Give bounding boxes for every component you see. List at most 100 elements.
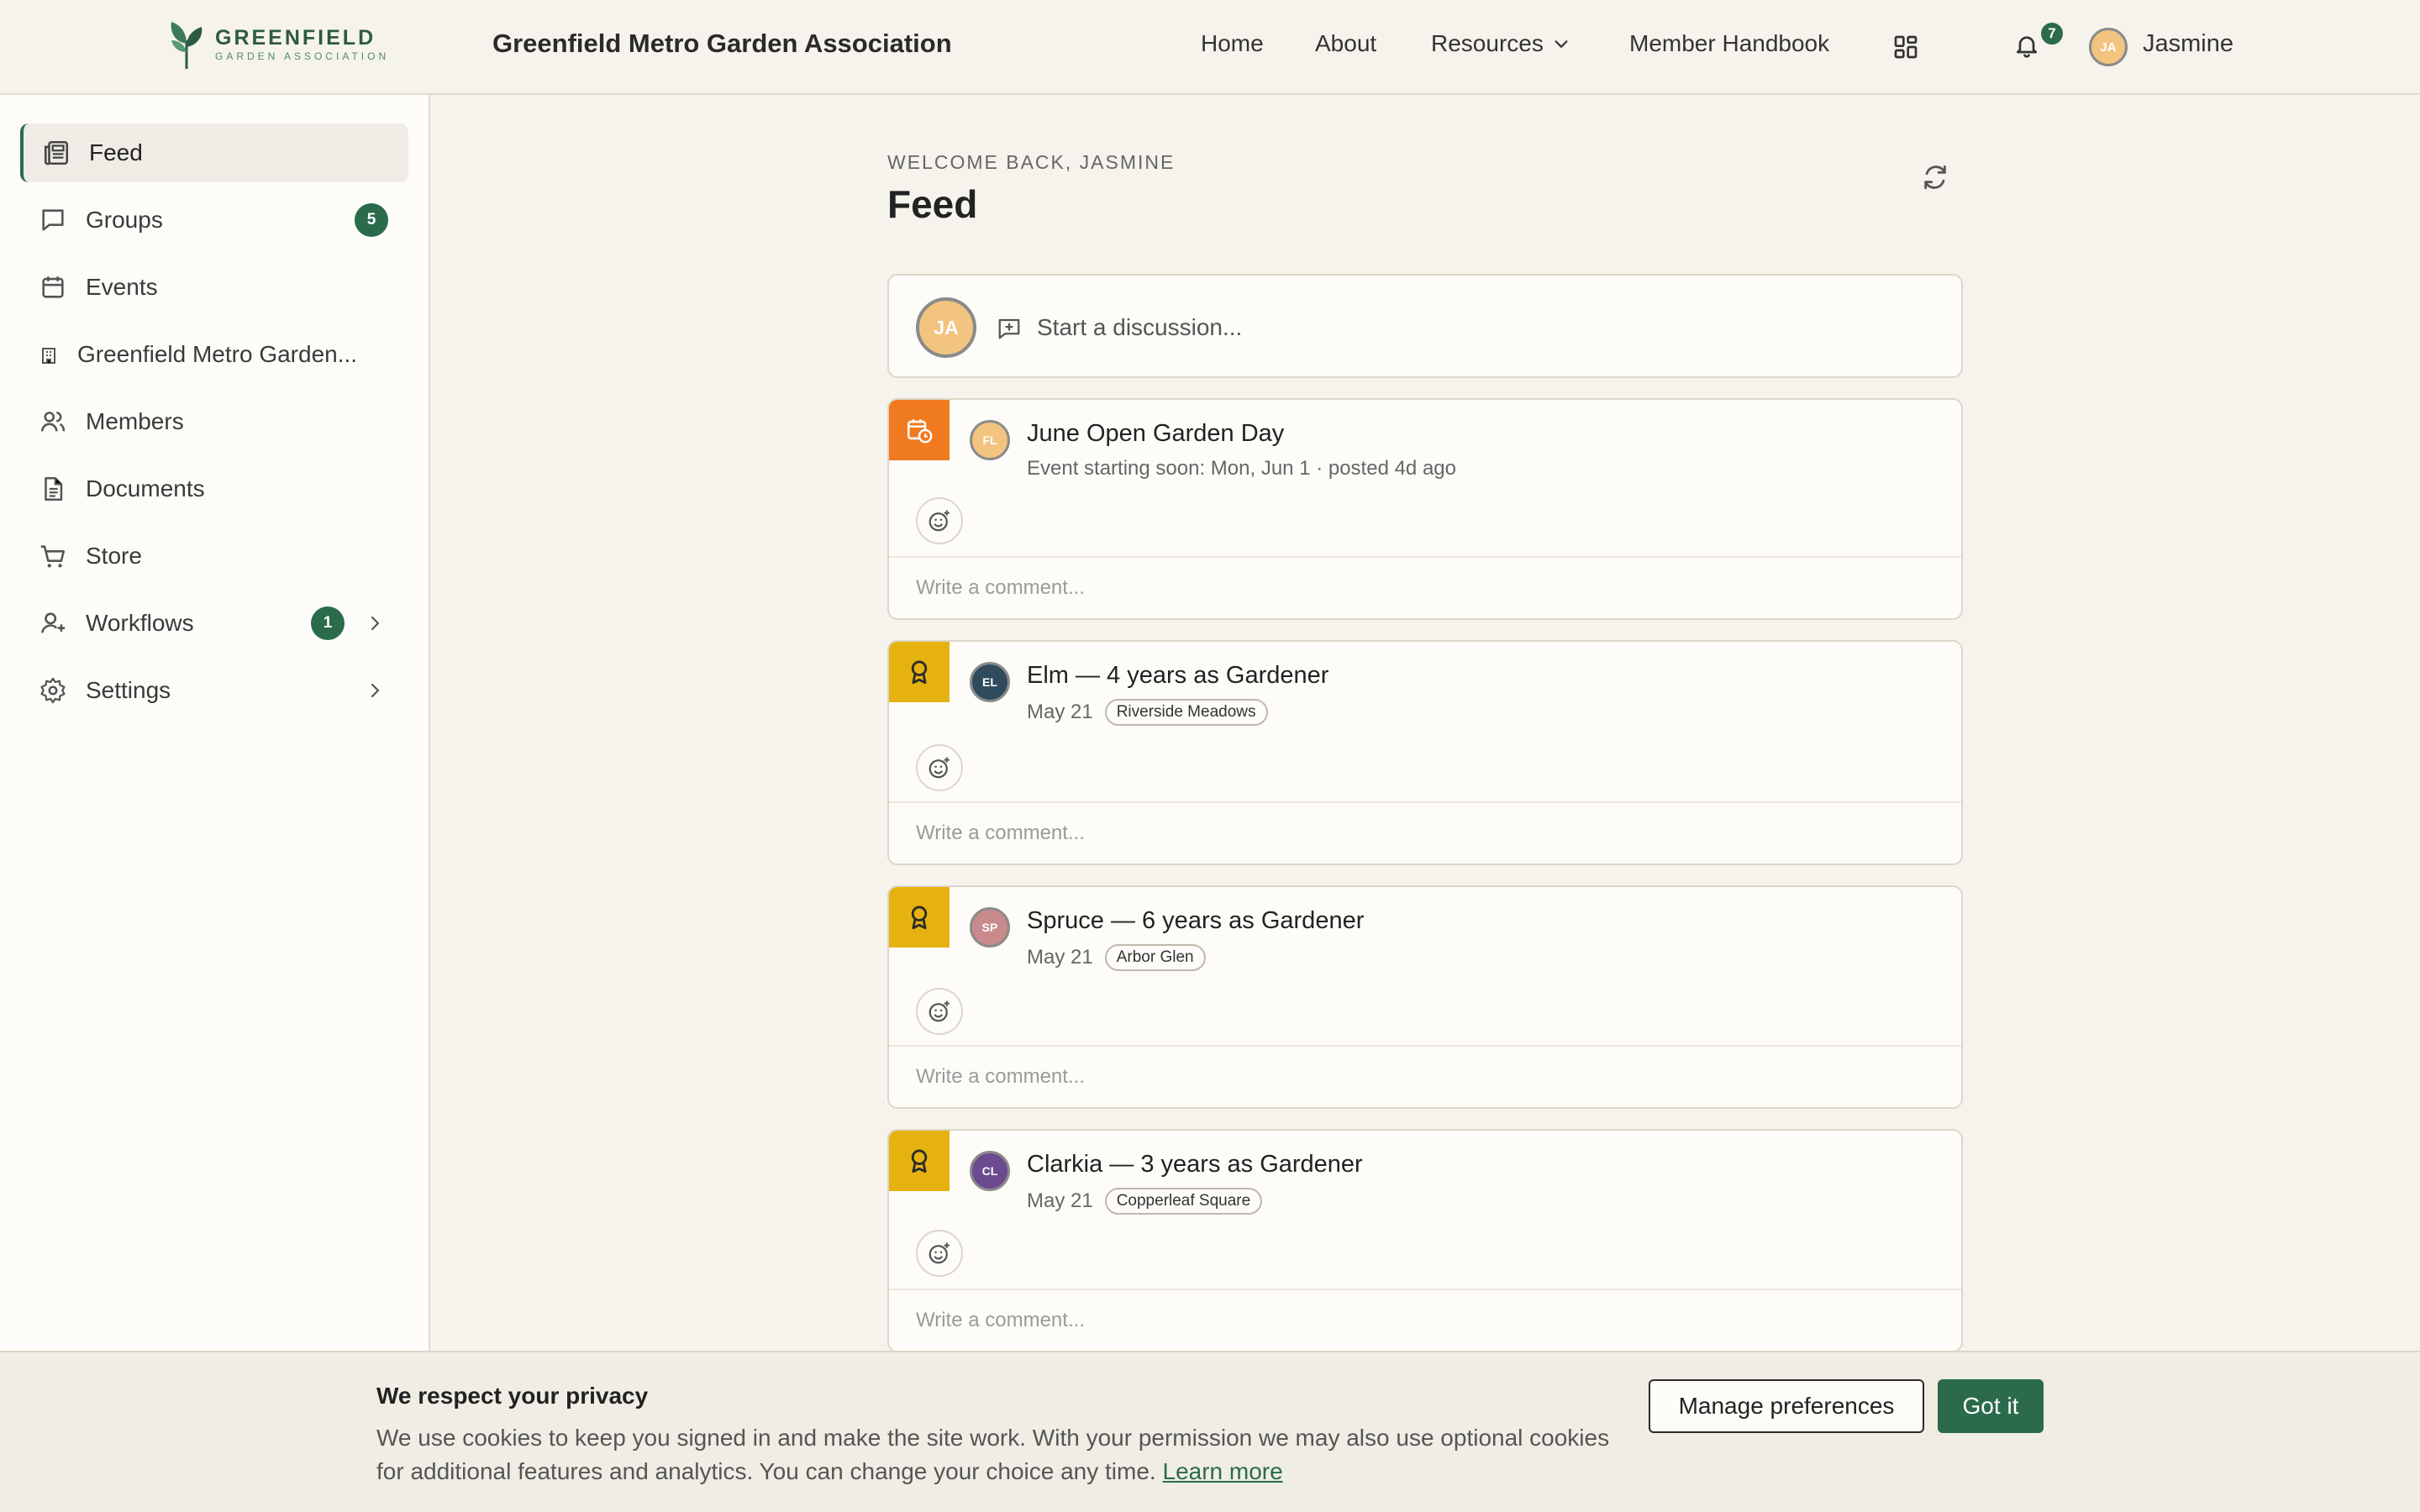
apps-grid-icon[interactable] (1892, 34, 1919, 60)
refresh-icon[interactable] (1921, 163, 1949, 192)
cookie-title: We respect your privacy (376, 1383, 649, 1409)
author-avatar[interactable]: EL (970, 662, 1010, 702)
add-reaction-button[interactable] (916, 744, 963, 791)
comment-placeholder: Write a comment... (916, 822, 1085, 844)
sidebar-item-groups[interactable]: Groups 5 (20, 191, 408, 249)
nav-about[interactable]: About (1315, 30, 1376, 57)
cookie-body: We use cookies to keep you signed in and… (376, 1421, 1612, 1488)
sidebar-item-label: Greenfield Metro Garden... (77, 341, 358, 367)
comment-placeholder: Write a comment... (916, 1065, 1085, 1088)
author-avatar[interactable]: FL (970, 420, 1010, 460)
user-plus-icon (39, 609, 67, 638)
group-pill[interactable]: Copperleaf Square (1104, 1188, 1263, 1215)
top-header: GREENFIELD GARDEN ASSOCIATION Greenfield… (0, 0, 2420, 95)
sidebar-item-settings[interactable]: Settings (20, 661, 408, 720)
post-date: May 21 (1027, 1189, 1093, 1212)
sidebar-item-label: Workflows (86, 610, 194, 636)
welcome-text: WELCOME BACK, JASMINE (887, 151, 1176, 173)
post-title[interactable]: June Open Garden Day (1027, 420, 1284, 448)
bell-icon (2017, 36, 2037, 58)
feed-post: SP Spruce — 6 years as Gardener May 21 A… (887, 885, 1963, 1109)
post-meta-text: Event starting soon: Mon, Jun 1 · posted… (1027, 457, 1456, 480)
site-logo[interactable]: GREENFIELD GARDEN ASSOCIATION (166, 18, 389, 71)
post-meta: May 21 Arbor Glen (1027, 944, 1206, 971)
sidebar-item-label: Feed (89, 139, 143, 165)
sidebar-item-feed[interactable]: Feed (20, 123, 408, 182)
post-title[interactable]: Spruce — 6 years as Gardener (1027, 907, 1364, 935)
sidebar-item-label: Members (86, 408, 184, 434)
comment-input[interactable]: Write a comment... (889, 1045, 1961, 1107)
nav-resources-dropdown[interactable]: Resources (1431, 30, 1570, 57)
nav-resources-label: Resources (1431, 30, 1544, 56)
sidebar-item-members[interactable]: Members (20, 392, 408, 451)
calendar-clock-icon (907, 419, 933, 444)
logo-wordmark: GREENFIELD (215, 26, 376, 50)
author-avatar[interactable]: CL (970, 1151, 1010, 1191)
post-meta: May 21 Riverside Meadows (1027, 699, 1268, 726)
chevron-right-icon[interactable] (365, 613, 385, 633)
sidebar-item-events[interactable]: Events (20, 258, 408, 317)
comment-input[interactable]: Write a comment... (889, 801, 1961, 864)
groups-count-badge: 5 (355, 203, 388, 237)
gear-icon (39, 676, 67, 705)
sidebar-item-store[interactable]: Store (20, 527, 408, 585)
add-reaction-button[interactable] (916, 497, 963, 544)
sidebar-item-documents[interactable]: Documents (20, 459, 408, 518)
add-reaction-button[interactable] (916, 988, 963, 1035)
user-name[interactable]: Jasmine (2143, 30, 2233, 58)
composer-placeholder[interactable]: Start a discussion... (1037, 314, 1242, 341)
sidebar-item-label: Events (86, 274, 158, 300)
sidebar-item-label: Groups (86, 207, 163, 233)
post-title[interactable]: Clarkia — 3 years as Gardener (1027, 1151, 1363, 1179)
anniversary-tag (889, 642, 950, 702)
feed-post: FL June Open Garden Day Event starting s… (887, 398, 1963, 620)
feed-post: CL Clarkia — 3 years as Gardener May 21 … (887, 1129, 1963, 1352)
add-reaction-button[interactable] (916, 1230, 963, 1277)
discussion-composer[interactable]: JA Start a discussion... (887, 274, 1963, 378)
site-title: Greenfield Metro Garden Association (492, 29, 952, 58)
nav-home-label: Home (1201, 30, 1264, 56)
sidebar-item-organization[interactable]: Greenfield Metro Garden... (20, 325, 408, 384)
nav-home[interactable]: Home (1201, 30, 1264, 57)
comment-placeholder: Write a comment... (916, 1309, 1085, 1331)
feed-post: EL Elm — 4 years as Gardener May 21 Rive… (887, 640, 1963, 865)
award-icon (911, 1149, 928, 1173)
cookie-banner: We respect your privacy We use cookies t… (0, 1351, 2420, 1512)
smile-plus-icon (929, 1000, 950, 1022)
comment-input[interactable]: Write a comment... (889, 556, 1961, 618)
chevron-right-icon[interactable] (365, 680, 385, 701)
post-date: May 21 (1027, 701, 1093, 723)
anniversary-tag (889, 1131, 950, 1191)
sprout-logo-icon (171, 22, 203, 69)
nav-member-handbook[interactable]: Member Handbook (1629, 30, 1829, 57)
comment-input[interactable]: Write a comment... (889, 1289, 1961, 1351)
post-date: May 21 (1027, 946, 1093, 969)
award-icon (911, 906, 928, 930)
people-icon (39, 407, 67, 436)
award-icon (911, 660, 928, 685)
smile-plus-icon (929, 757, 950, 779)
cookie-body-text: We use cookies to keep you signed in and… (376, 1425, 1610, 1484)
manage-preferences-button[interactable]: Manage preferences (1649, 1379, 1924, 1433)
accept-cookies-button[interactable]: Got it (1938, 1379, 2044, 1433)
notification-count-badge: 7 (2039, 20, 2065, 47)
user-avatar[interactable]: JA (2089, 28, 2128, 66)
author-avatar[interactable]: SP (970, 907, 1010, 948)
group-pill[interactable]: Arbor Glen (1104, 944, 1206, 971)
message-plus-icon (998, 318, 1020, 339)
sidebar-item-workflows[interactable]: Workflows 1 (20, 594, 408, 653)
workflows-count-badge: 1 (311, 606, 345, 640)
learn-more-link[interactable]: Learn more (1163, 1458, 1283, 1484)
smile-plus-icon (929, 1242, 950, 1264)
anniversary-tag (889, 887, 950, 948)
comment-placeholder: Write a comment... (916, 576, 1085, 599)
event-tag (889, 400, 950, 460)
chat-bubble-icon (39, 206, 67, 234)
logo-tagline: GARDEN ASSOCIATION (215, 50, 390, 62)
smile-plus-icon (929, 510, 950, 532)
newspaper-icon (42, 139, 71, 167)
page-title: Feed (887, 182, 978, 226)
group-pill[interactable]: Riverside Meadows (1104, 699, 1268, 726)
post-meta: Event starting soon: Mon, Jun 1 · posted… (1027, 457, 1456, 480)
post-title[interactable]: Elm — 4 years as Gardener (1027, 662, 1328, 690)
